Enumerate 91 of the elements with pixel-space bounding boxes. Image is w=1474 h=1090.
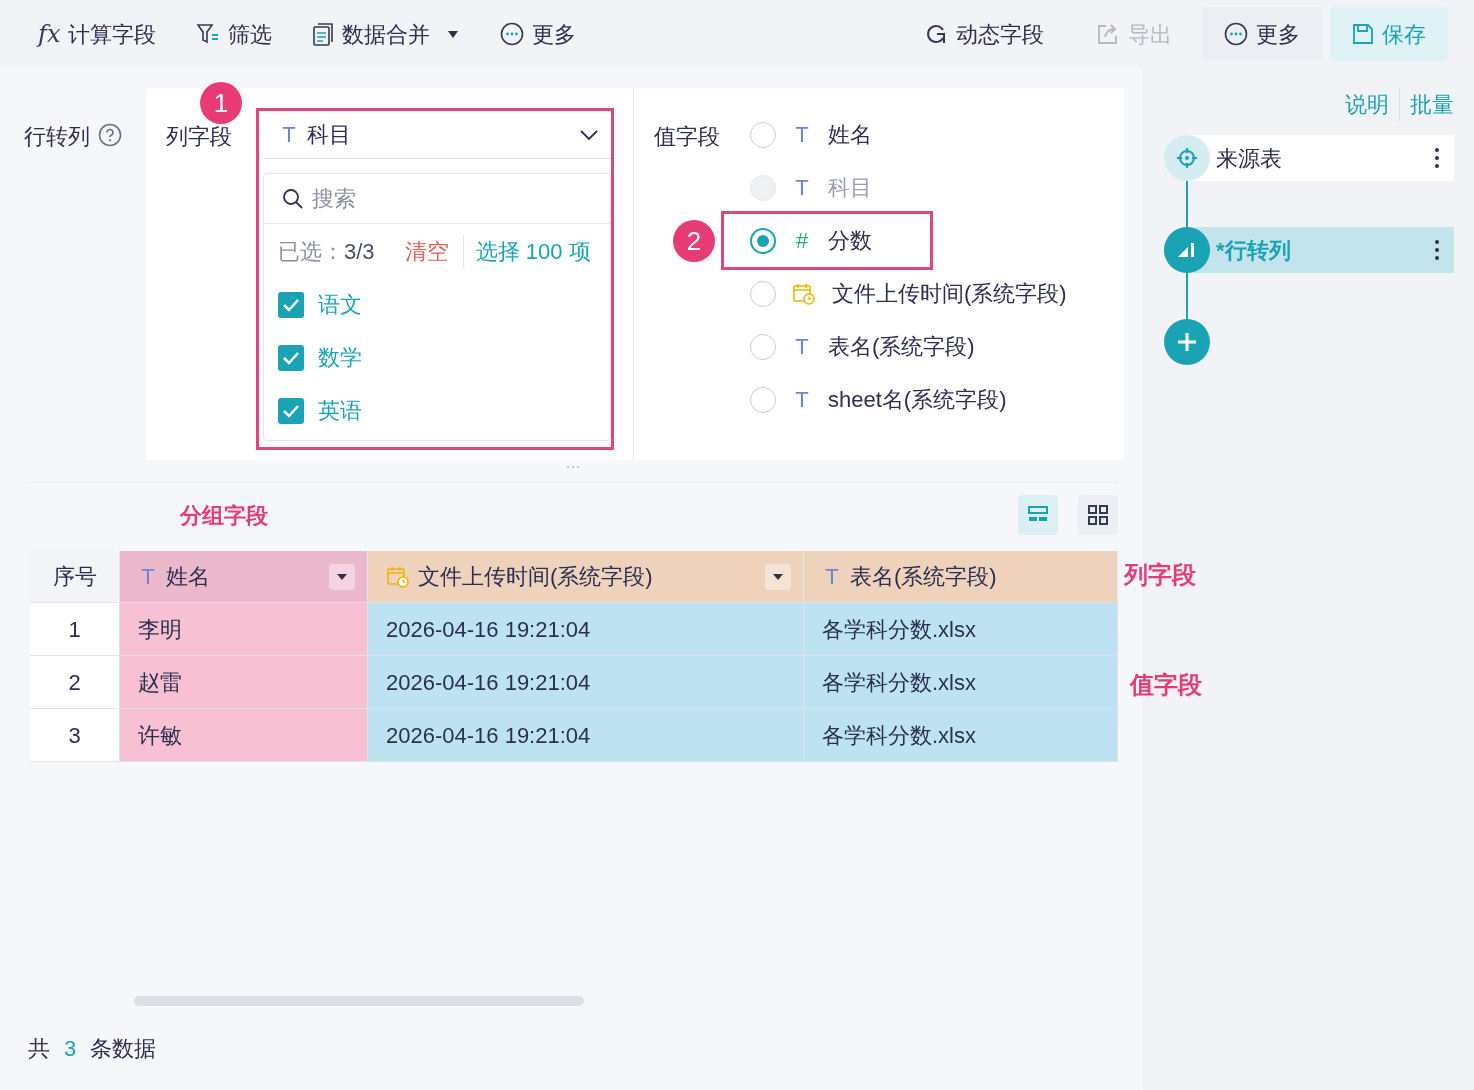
section-title: 行转列: [24, 123, 90, 151]
step-card[interactable]: 来源表: [1164, 135, 1454, 181]
text-type-icon: T: [138, 560, 158, 593]
table-cell: 3: [30, 709, 120, 761]
column-menu-button[interactable]: [765, 563, 791, 590]
checkbox[interactable]: [278, 344, 304, 371]
plus-icon: [1176, 331, 1198, 353]
table-cell: 许敏: [120, 709, 368, 761]
column-header[interactable]: T 表名(系统字段): [804, 551, 1118, 602]
search-field[interactable]: 搜索: [264, 174, 610, 224]
filter-icon: [196, 22, 221, 46]
radio-button[interactable]: [750, 227, 776, 254]
chevron-down-icon: [579, 128, 599, 141]
kebab-menu-icon[interactable]: [1434, 238, 1440, 262]
column-field-annotation: 列字段: [1124, 560, 1197, 590]
grid-view-toggle[interactable]: [1078, 495, 1118, 535]
resize-handle-icon[interactable]: [565, 464, 581, 470]
toolbar-button[interactable]: 数据合并: [312, 17, 461, 51]
annotation-badge: 2: [673, 220, 715, 262]
table-cell: 2: [30, 656, 120, 708]
footer-text: 条数据: [90, 1034, 157, 1063]
toolbar-button[interactable]: 动态字段: [902, 7, 1066, 61]
radio-option[interactable]: T 表名(系统字段): [750, 320, 1067, 373]
document-icon: [312, 22, 335, 46]
column-header[interactable]: T 姓名: [120, 551, 368, 602]
radio-option[interactable]: # 分数: [750, 214, 930, 267]
table-cell: 1: [30, 603, 120, 655]
checkmark-icon: [282, 350, 300, 365]
table-cell: 赵雷: [120, 656, 368, 708]
column-header[interactable]: 文件上传时间(系统字段): [368, 551, 804, 602]
annotation-badge: 1: [200, 82, 242, 124]
radio-button[interactable]: [750, 121, 776, 148]
more-icon: [500, 22, 525, 46]
radio-option[interactable]: T sheet名(系统字段): [750, 373, 1067, 426]
toolbar-button[interactable]: 更多: [500, 17, 577, 51]
checkmark-icon: [282, 297, 300, 312]
radio-button[interactable]: [750, 280, 776, 307]
table-cell: 2026-04-16 19:21:04: [368, 603, 804, 655]
number-type-icon: #: [792, 224, 812, 257]
caret-icon: [336, 572, 348, 581]
checkmark-icon: [282, 403, 300, 418]
search-icon: [282, 187, 304, 210]
table-cell: 李明: [120, 603, 368, 655]
table-cell: 2026-04-16 19:21:04: [368, 656, 804, 708]
scrollbar-thumb[interactable]: [134, 996, 584, 1006]
toolbar-button[interactable]: fx 计算字段: [38, 16, 157, 52]
table-cell: 各学科分数.xlsx: [804, 656, 1118, 708]
radio-option[interactable]: T 姓名: [750, 108, 1067, 161]
table-cell: 各学科分数.xlsx: [804, 603, 1118, 655]
row-count: 3: [64, 1034, 77, 1063]
value-field-annotation: 值字段: [1130, 670, 1202, 700]
checkbox[interactable]: [278, 291, 304, 318]
selected-count-label: 已选：: [278, 237, 344, 266]
group-field-annotation: 分组字段: [180, 501, 268, 530]
text-type-icon: T: [792, 383, 812, 416]
field-label: 值字段: [654, 123, 721, 148]
search-input[interactable]: 搜索: [312, 182, 562, 215]
radio-button[interactable]: [750, 386, 776, 413]
clear-link[interactable]: 清空: [404, 234, 464, 268]
radio-option[interactable]: 文件上传时间(系统字段): [750, 267, 1067, 320]
row-view-toggle[interactable]: [1018, 495, 1058, 535]
radio-button[interactable]: [750, 333, 776, 360]
toolbar-button[interactable]: 筛选: [196, 17, 273, 51]
checkbox[interactable]: [278, 397, 304, 424]
toolbar-button[interactable]: 更多: [1202, 7, 1322, 61]
column-field-select[interactable]: T 科目: [263, 111, 611, 159]
kebab-menu-icon[interactable]: [1434, 146, 1440, 170]
help-icon[interactable]: [98, 123, 122, 147]
footer-text: 共: [28, 1034, 50, 1063]
text-type-icon: T: [822, 560, 842, 593]
caret-icon: [772, 572, 784, 581]
field-label: 列字段: [166, 123, 233, 151]
save-icon: [1352, 23, 1374, 45]
column-menu-button[interactable]: [329, 563, 355, 590]
text-type-icon: T: [279, 118, 299, 151]
selected-count: 3/3: [344, 237, 375, 266]
calendar-clock-icon: [792, 281, 816, 306]
table-cell: 各学科分数.xlsx: [804, 709, 1118, 761]
calendar-clock-icon: [386, 564, 410, 589]
table-cell: 2026-04-16 19:21:04: [368, 709, 804, 761]
refresh-icon: [924, 22, 948, 46]
function-icon: fx: [38, 16, 61, 52]
text-type-icon: T: [792, 118, 812, 151]
text-type-icon: T: [792, 330, 812, 363]
grid-icon: [1087, 504, 1109, 526]
more-icon: [1224, 22, 1248, 46]
step-label: 来源表: [1216, 144, 1282, 173]
export-icon: [1096, 22, 1120, 46]
add-step-button[interactable]: [1164, 319, 1210, 365]
step-label: *行转列: [1216, 236, 1291, 265]
text-type-icon: T: [792, 171, 812, 204]
